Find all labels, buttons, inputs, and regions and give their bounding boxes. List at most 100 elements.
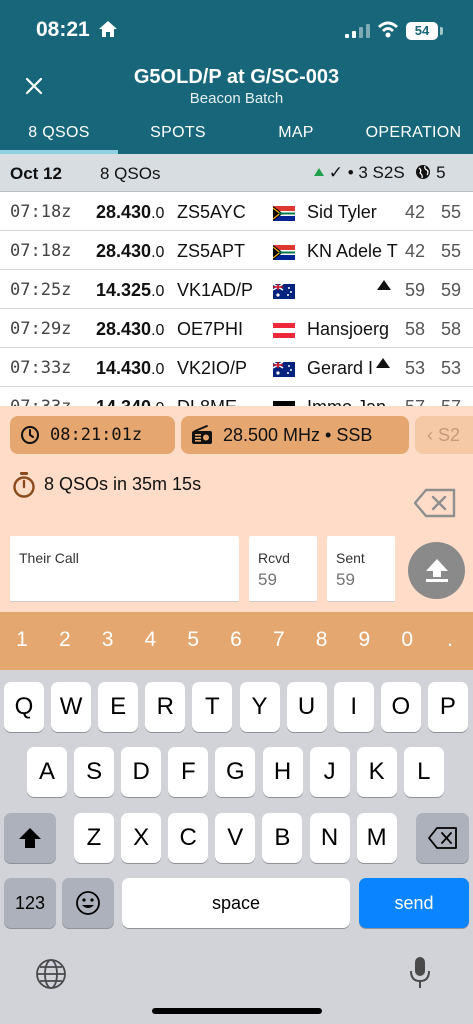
key-f[interactable]: F <box>168 747 209 797</box>
summit-icon <box>376 358 390 368</box>
key-u[interactable]: U <box>286 682 327 732</box>
qso-flag-at-icon <box>273 322 295 338</box>
key-d[interactable]: D <box>121 747 162 797</box>
keyboard: 123 space send QWERTYUIOP ASDFGHJKL ZXCVBN… <box>0 670 473 1024</box>
qso-row[interactable]: 07:18z 28.430.0 ZS5AYC Sid Tyler 42 55 <box>0 192 473 231</box>
globe-keyboard-icon[interactable] <box>35 958 67 990</box>
key-o[interactable]: O <box>380 682 421 732</box>
sent-field[interactable]: Sent <box>327 536 395 602</box>
rcvd-field[interactable]: Rcvd <box>249 536 317 602</box>
key-z[interactable]: Z <box>74 813 114 863</box>
number-key[interactable]: 4 <box>135 628 165 652</box>
qso-frequency-sub: .0 <box>151 322 165 339</box>
rcvd-input[interactable] <box>258 570 308 590</box>
key-i[interactable]: I <box>333 682 374 732</box>
log-qso-button[interactable] <box>408 542 465 599</box>
key-w[interactable]: W <box>51 682 92 732</box>
qso-time: 07:18z <box>10 202 72 222</box>
key-b[interactable]: B <box>262 813 303 863</box>
shift-icon <box>19 828 41 848</box>
tab-operation[interactable]: OPERATION <box>354 124 473 154</box>
key-g[interactable]: G <box>215 747 256 797</box>
qso-frequency-main: 14.430 <box>96 358 152 378</box>
key-x[interactable]: X <box>121 813 162 863</box>
qso-callsign: VK2IO/P <box>177 358 248 378</box>
s2s-chip[interactable]: ‹ S2 <box>415 416 473 454</box>
number-key[interactable]: 1 <box>7 628 37 652</box>
clear-backspace-icon[interactable] <box>414 488 456 518</box>
tab-map[interactable]: MAP <box>238 124 354 154</box>
frequency-chip[interactable]: 28.500 MHz • SSB <box>181 416 409 454</box>
qso-row[interactable]: 07:29z 28.430.0 OE7PHI Hansjoerg 58 58 <box>0 309 473 348</box>
shift-key[interactable] <box>4 813 56 863</box>
delete-key[interactable] <box>416 813 469 863</box>
qso-rst-received: 58 <box>405 319 426 339</box>
number-key[interactable]: 5 <box>178 628 208 652</box>
qso-frequency-sub: .0 <box>151 361 165 378</box>
qso-summary-row: Oct 12 8 QSOs ✓ • 3 S2S 5 <box>0 154 473 192</box>
key-c[interactable]: C <box>168 813 209 863</box>
number-key[interactable]: . <box>435 628 465 652</box>
key-v[interactable]: V <box>215 813 256 863</box>
number-key[interactable]: 7 <box>264 628 294 652</box>
qso-operator-name: Sid Tyler <box>307 202 377 222</box>
key-n[interactable]: N <box>309 813 350 863</box>
emoji-icon <box>76 891 100 915</box>
qso-rst-sent: 55 <box>441 202 462 222</box>
key-s[interactable]: S <box>74 747 115 797</box>
qso-row[interactable]: 07:33z 14.430.0 VK2IO/P Gerard I 53 53 <box>0 348 473 387</box>
close-icon[interactable] <box>22 74 46 98</box>
qso-rst-sent: 57 <box>441 397 461 406</box>
qso-row[interactable]: 07:33z 14.340.0 DL8ME Immo Jan 57 57 <box>0 387 473 406</box>
qso-frequency: 28.430.0 <box>96 241 164 262</box>
clock-icon <box>21 426 39 444</box>
emoji-key[interactable] <box>62 878 114 928</box>
key-q[interactable]: Q <box>4 682 44 732</box>
number-key[interactable]: 0 <box>392 628 422 652</box>
key-j[interactable]: J <box>309 747 350 797</box>
qso-rst-received: 53 <box>405 358 426 378</box>
space-key[interactable]: space <box>122 878 350 928</box>
key-l[interactable]: L <box>403 747 444 797</box>
time-chip[interactable]: 08:21:01z <box>10 416 175 454</box>
key-y[interactable]: Y <box>239 682 280 732</box>
cellular-signal-icon <box>345 24 370 38</box>
logger-panel: 08:21:01z 28.500 MHz • SSB ‹ S2 8 QSOs i… <box>0 406 473 612</box>
qso-rst-received: 42 <box>405 241 426 261</box>
operation-timer: 8 QSOs in 35m 15s <box>44 474 202 494</box>
key-r[interactable]: R <box>145 682 186 732</box>
their-call-field[interactable]: Their Call <box>10 536 239 602</box>
key-e[interactable]: E <box>98 682 139 732</box>
key-a[interactable]: A <box>27 747 67 797</box>
number-key[interactable]: 2 <box>50 628 80 652</box>
tab-spots[interactable]: SPOTS <box>118 124 238 154</box>
key-k[interactable]: K <box>356 747 397 797</box>
qso-list[interactable]: 07:18z 28.430.0 ZS5AYC Sid Tyler 42 55 07:18z 2… <box>0 192 473 406</box>
their-call-input[interactable] <box>19 570 230 590</box>
qso-row[interactable]: 07:18z 28.430.0 ZS5APT KN Adele T 42 55 <box>0 231 473 270</box>
sent-input[interactable] <box>336 570 386 590</box>
qso-frequency: 14.340.0 <box>96 397 164 406</box>
number-key[interactable]: 3 <box>93 628 123 652</box>
number-key[interactable]: 8 <box>307 628 337 652</box>
numbers-key[interactable]: 123 <box>4 878 56 928</box>
qso-rst-received: 57 <box>405 397 425 406</box>
microphone-icon[interactable] <box>409 956 431 990</box>
tab-qsos[interactable]: 8 QSOS <box>0 124 118 154</box>
tab-bar: 8 QSOS SPOTS MAP OPERATION <box>0 120 473 154</box>
number-key[interactable]: 6 <box>221 628 251 652</box>
status-time: 08:21 <box>36 18 90 41</box>
send-key[interactable]: send <box>359 878 469 928</box>
battery-nub <box>440 27 443 35</box>
key-h[interactable]: H <box>262 747 303 797</box>
key-m[interactable]: M <box>356 813 397 863</box>
qso-row[interactable]: 07:25z 14.325.0 VK1AD/P 59 59 <box>0 270 473 309</box>
qso-frequency-sub: .0 <box>151 244 165 261</box>
summit-icon <box>314 168 324 176</box>
key-t[interactable]: T <box>192 682 233 732</box>
status-bar: 08:21 54 <box>0 0 473 58</box>
key-p[interactable]: P <box>427 682 468 732</box>
summit-icon <box>377 280 391 290</box>
their-call-label: Their Call <box>19 550 79 566</box>
number-key[interactable]: 9 <box>349 628 379 652</box>
